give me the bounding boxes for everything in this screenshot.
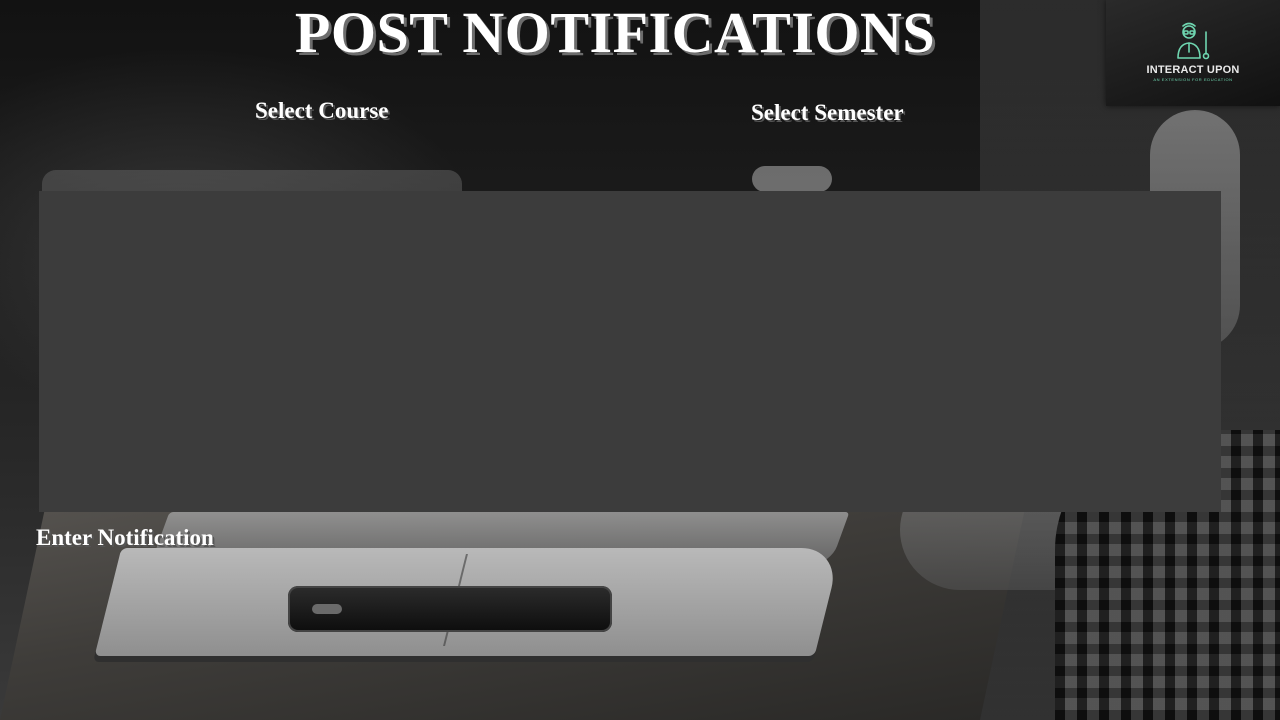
app-logo: INTERACT UPON AN EXTENSION FOR EDUCATION bbox=[1106, 0, 1280, 106]
page-background: POST NOTIFICATIONS Select Course Select … bbox=[0, 0, 1280, 720]
background-phone bbox=[288, 586, 612, 632]
select-course-label[interactable]: Select Course bbox=[255, 98, 389, 124]
background-fingers bbox=[752, 166, 832, 192]
logo-name: INTERACT UPON bbox=[1146, 64, 1240, 76]
page-title: POST NOTIFICATIONS bbox=[294, 0, 936, 65]
teacher-icon bbox=[1177, 22, 1210, 60]
logo-tagline: AN EXTENSION FOR EDUCATION bbox=[1153, 77, 1233, 82]
enter-notification-label: Enter Notification bbox=[36, 525, 214, 550]
notification-input[interactable] bbox=[39, 191, 1221, 512]
select-semester-label[interactable]: Select Semester bbox=[751, 100, 904, 126]
